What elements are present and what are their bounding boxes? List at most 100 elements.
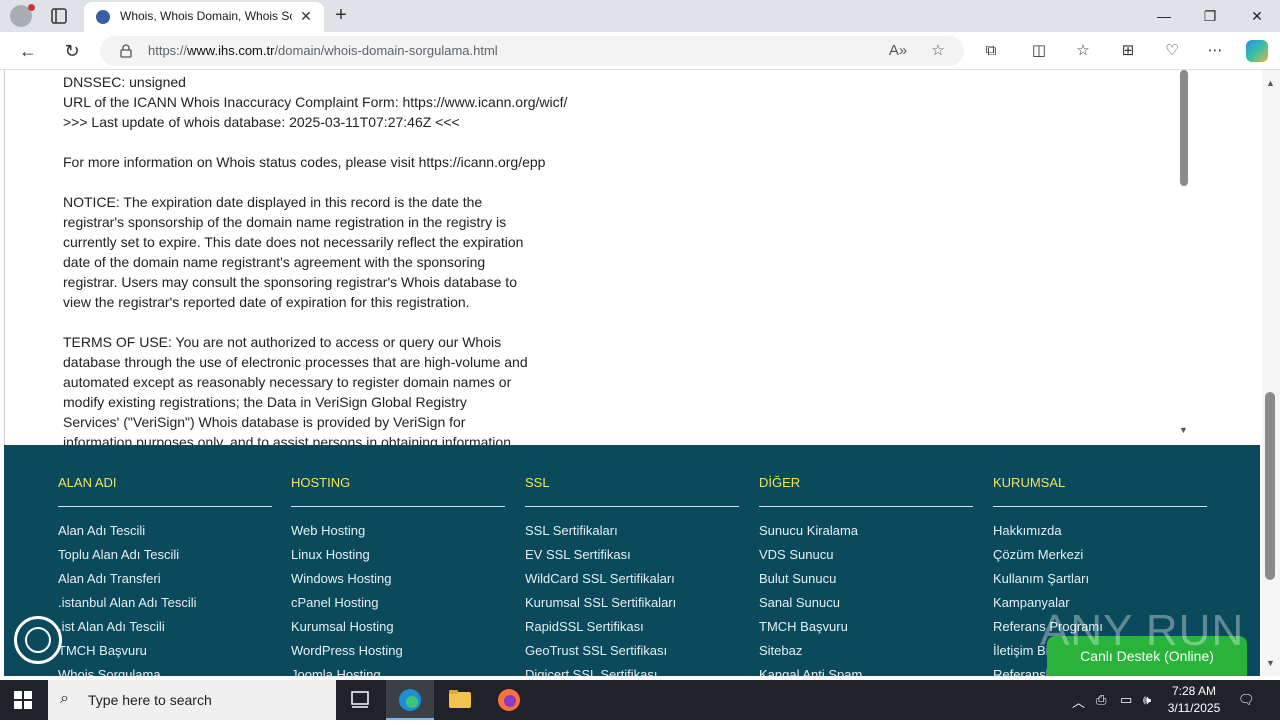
scroll-up-arrow-icon[interactable]: ▲: [1266, 78, 1275, 88]
whois-line: registrar's sponsorship of the domain na…: [63, 214, 507, 230]
meet-now-icon[interactable]: ⎙: [1096, 692, 1106, 708]
system-clock[interactable]: 7:28 AM 3/11/2025: [1162, 683, 1226, 717]
footer-link[interactable]: Kangal Anti Spam: [759, 667, 862, 676]
address-toolbar: ← ↻ https://www.ihs.com.tr/domain/whois-…: [0, 32, 1280, 70]
taskbar-search-box[interactable]: ⌕ Type here to search: [48, 680, 336, 720]
site-favicon-icon: [96, 10, 110, 24]
read-aloud-icon[interactable]: A»: [888, 41, 908, 61]
footer-link[interactable]: .istanbul Alan Adı Tescili: [58, 595, 197, 610]
footer-link[interactable]: Kurumsal SSL Sertifikaları: [525, 595, 676, 610]
whois-line: registrar. Users may consult the sponsor…: [63, 274, 517, 290]
network-icon[interactable]: ▭: [1120, 692, 1132, 708]
page-scrollbar[interactable]: ▲ ▼: [1262, 70, 1280, 676]
whois-line: [63, 172, 1123, 192]
whois-line: TERMS OF USE: You are not authorized to …: [63, 334, 502, 350]
browser-essentials-icon[interactable]: ♡: [1161, 40, 1183, 62]
whois-result-box[interactable]: DNSSEC: unsigned URL of the ICANN Whois I…: [4, 70, 1188, 445]
whois-line: database through the use of electronic p…: [63, 354, 528, 370]
footer-link[interactable]: VDS Sunucu: [759, 547, 833, 562]
page-scrollbar-thumb[interactable]: [1265, 392, 1275, 580]
clock-date: 3/11/2025: [1167, 701, 1221, 715]
page-content: DNSSEC: unsigned URL of the ICANN Whois I…: [0, 70, 1262, 676]
whois-line: date of the domain name registrant's agr…: [63, 254, 486, 270]
whois-line: [63, 132, 1123, 152]
favorites-icon[interactable]: ☆: [1072, 40, 1094, 62]
more-options-icon[interactable]: ⋯: [1204, 40, 1226, 62]
footer-link[interactable]: Alan Adı Tescili: [58, 523, 145, 538]
footer-link[interactable]: Web Hosting: [291, 523, 365, 538]
restore-icon[interactable]: ❐: [1198, 4, 1222, 28]
split-screen-icon[interactable]: ◫: [1028, 40, 1050, 62]
whois-scrollbar-thumb[interactable]: [1180, 70, 1188, 186]
show-hidden-icons-icon[interactable]: ︿: [1072, 692, 1085, 711]
footer-link[interactable]: Windows Hosting: [291, 571, 391, 586]
whois-line: modify existing registrations; the Data …: [63, 394, 467, 410]
url-text: https://www.ihs.com.tr/domain/whois-doma…: [148, 43, 498, 58]
whois-result-text: DNSSEC: unsigned URL of the ICANN Whois I…: [63, 72, 1123, 445]
close-window-icon[interactable]: ✕: [1245, 4, 1269, 28]
footer-link[interactable]: GeoTrust SSL Sertifikası: [525, 643, 667, 658]
whois-line: [63, 312, 1123, 332]
refresh-icon[interactable]: ↻: [60, 39, 84, 63]
footer-link[interactable]: Linux Hosting: [291, 547, 370, 562]
footer-link[interactable]: RapidSSL Sertifikası: [525, 619, 644, 634]
footer-link[interactable]: Joomla Hosting: [291, 667, 381, 676]
edge-taskbar-icon[interactable]: [386, 680, 434, 720]
file-explorer-icon[interactable]: [436, 680, 484, 720]
footer-link[interactable]: Hakkımızda: [993, 523, 1062, 538]
tab-actions-icon[interactable]: [50, 7, 68, 25]
footer-link[interactable]: Bulut Sunucu: [759, 571, 836, 586]
favorite-star-icon[interactable]: ☆: [928, 41, 948, 61]
footer-link[interactable]: Alan Adı Transferi: [58, 571, 161, 586]
footer-heading: DİĞER: [759, 475, 801, 490]
search-icon: ⌕: [60, 690, 69, 707]
active-tab[interactable]: Whois, Whois Domain, Whois Sorgulama ✕: [84, 2, 324, 32]
anyrun-watermark: ANY RUN: [1040, 606, 1245, 655]
notifications-icon[interactable]: 🗨: [1238, 692, 1255, 708]
new-tab-button[interactable]: +: [330, 4, 352, 26]
footer-link[interactable]: Sanal Sunucu: [759, 595, 840, 610]
whois-line: Services' ("VeriSign") Whois database is…: [63, 414, 466, 430]
footer-heading: HOSTING: [291, 475, 351, 490]
footer-link[interactable]: cPanel Hosting: [291, 595, 378, 610]
task-view-icon[interactable]: [336, 680, 384, 720]
cookie-settings-button[interactable]: [14, 616, 62, 664]
footer-link[interactable]: WordPress Hosting: [291, 643, 403, 658]
whois-line: view the registrar's reported date of ex…: [63, 294, 470, 310]
whois-line: URL of the ICANN Whois Inaccuracy Compla…: [63, 94, 568, 110]
copilot-icon[interactable]: [1246, 40, 1268, 62]
whois-line: >>> Last update of whois database: 2025-…: [63, 114, 460, 130]
collections-icon[interactable]: ⊞: [1117, 40, 1139, 62]
footer-link[interactable]: Toplu Alan Adı Tescili: [58, 547, 179, 562]
url-field[interactable]: https://www.ihs.com.tr/domain/whois-doma…: [100, 36, 964, 66]
windows-start-icon[interactable]: [14, 691, 32, 709]
footer-link[interactable]: .ist Alan Adı Tescili: [58, 619, 165, 634]
whois-line: currently set to expire. This date does …: [63, 234, 524, 250]
footer-link[interactable]: Digicert SSL Sertifikası: [525, 667, 657, 676]
footer-heading: ALAN ADI: [58, 475, 117, 490]
footer-link[interactable]: Kurumsal Hosting: [291, 619, 394, 634]
close-tab-icon[interactable]: ✕: [298, 8, 314, 24]
tab-title: Whois, Whois Domain, Whois Sorgulama: [120, 9, 292, 23]
extensions-icon[interactable]: ⧉: [980, 40, 1002, 62]
footer-link[interactable]: Whois Sorgulama: [58, 667, 161, 676]
footer-divider: [759, 506, 973, 507]
footer-link[interactable]: Çözüm Merkezi: [993, 547, 1083, 562]
footer-link[interactable]: SSL Sertifikaları: [525, 523, 618, 538]
footer-link[interactable]: Kullanım Şartları: [993, 571, 1089, 586]
footer-link[interactable]: EV SSL Sertifikası: [525, 547, 631, 562]
whois-line: For more information on Whois status cod…: [63, 154, 546, 170]
footer-link[interactable]: Sunucu Kiralama: [759, 523, 858, 538]
footer-divider: [993, 506, 1207, 507]
back-icon[interactable]: ←: [16, 39, 40, 63]
firefox-icon[interactable]: [485, 680, 533, 720]
minimize-icon[interactable]: —: [1152, 4, 1176, 28]
footer-link[interactable]: Sitebaz: [759, 643, 802, 658]
footer-link[interactable]: TMCH Başvuru: [58, 643, 147, 658]
scroll-down-arrow-icon[interactable]: ▼: [1266, 658, 1275, 668]
scroll-down-arrow-icon[interactable]: ▼: [1179, 425, 1188, 435]
footer-link[interactable]: TMCH Başvuru: [759, 619, 848, 634]
footer-link[interactable]: WildCard SSL Sertifikaları: [525, 571, 675, 586]
volume-icon[interactable]: 🕪: [1143, 692, 1151, 708]
footer-heading: KURUMSAL: [993, 475, 1066, 490]
